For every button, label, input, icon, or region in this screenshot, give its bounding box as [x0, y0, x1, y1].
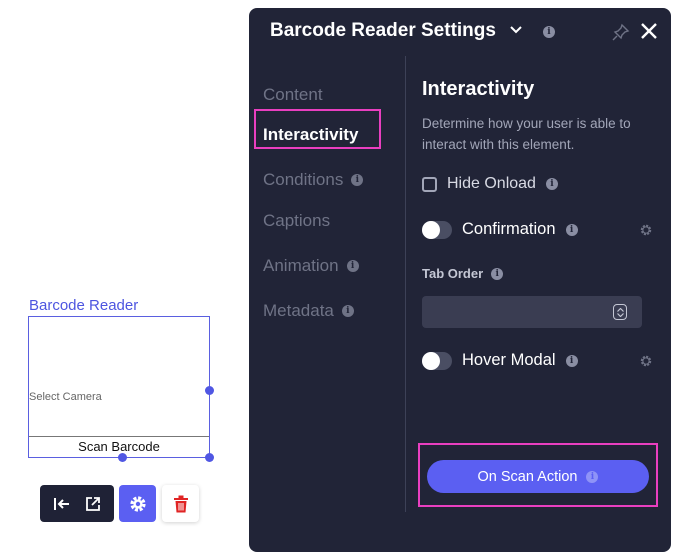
nav-label: Interactivity: [263, 125, 359, 144]
nav-item-conditions[interactable]: Conditions i: [263, 170, 364, 190]
gear-icon: [129, 495, 146, 512]
confirmation-label: Confirmation: [462, 220, 556, 238]
info-icon[interactable]: i: [341, 305, 354, 317]
select-camera-label[interactable]: Select Camera: [29, 391, 102, 403]
tab-order-label-row: Tab Order i: [422, 266, 504, 281]
settings-button[interactable]: [119, 485, 156, 522]
nav-item-animation[interactable]: Animation i: [263, 256, 359, 276]
nav-label: Content: [263, 85, 323, 104]
on-scan-action-label: On Scan Action: [477, 468, 578, 485]
info-icon[interactable]: i: [586, 470, 599, 483]
section-title: Interactivity: [422, 78, 535, 100]
external-link-icon[interactable]: [82, 493, 104, 515]
info-icon[interactable]: i: [543, 26, 555, 38]
hide-onload-row: Hide Onload i: [422, 175, 558, 193]
on-scan-action-button[interactable]: On Scan Action i: [427, 460, 649, 493]
info-icon[interactable]: i: [346, 260, 359, 272]
quantity-stepper[interactable]: [613, 304, 627, 320]
widget-title: Barcode Reader: [29, 297, 139, 314]
pin-icon[interactable]: [612, 23, 630, 41]
nav-item-content[interactable]: Content: [263, 85, 323, 105]
nav-item-interactivity[interactable]: Interactivity: [263, 125, 358, 145]
chevron-up-icon[interactable]: [616, 307, 624, 312]
info-icon[interactable]: i: [545, 178, 558, 190]
info-icon[interactable]: i: [565, 223, 578, 236]
info-icon[interactable]: i: [491, 267, 504, 280]
trash-icon: [173, 495, 188, 512]
nav-label: Animation: [263, 256, 339, 275]
resize-handle-bottom[interactable]: [118, 453, 127, 462]
chevron-down-icon[interactable]: [616, 312, 624, 317]
info-icon[interactable]: i: [565, 354, 578, 367]
tab-order-label: Tab Order: [422, 266, 484, 281]
hover-modal-label: Hover Modal: [462, 351, 556, 369]
nav-label: Conditions: [263, 170, 344, 189]
nav-item-captions[interactable]: Captions: [263, 211, 330, 231]
confirmation-toggle[interactable]: [422, 220, 452, 239]
close-icon[interactable]: [639, 21, 659, 41]
delete-button[interactable]: [162, 485, 199, 522]
nav-label: Metadata: [263, 301, 334, 320]
hide-onload-checkbox[interactable]: [422, 176, 437, 192]
nav-label: Captions: [263, 211, 331, 230]
resize-handle-right[interactable]: [205, 386, 214, 395]
align-left-icon[interactable]: [51, 493, 73, 515]
nav-item-metadata[interactable]: Metadata i: [263, 301, 354, 321]
panel-title[interactable]: Barcode Reader Settings: [270, 20, 496, 42]
confirmation-gear-icon[interactable]: [639, 223, 653, 237]
hover-modal-gear-icon[interactable]: [639, 354, 653, 368]
barcode-reader-widget[interactable]: Select Camera Scan Barcode: [28, 316, 210, 458]
hover-modal-toggle[interactable]: [422, 351, 452, 370]
hover-modal-row: Hover Modal i: [422, 351, 578, 370]
section-description: Determine how your user is able to inter…: [422, 116, 631, 152]
info-icon[interactable]: i: [351, 174, 364, 186]
hide-onload-label: Hide Onload: [447, 175, 536, 192]
tab-order-input[interactable]: [422, 296, 642, 328]
resize-handle-corner[interactable]: [205, 453, 214, 462]
chevron-down-icon[interactable]: [510, 25, 522, 35]
settings-nav: Content Interactivity Conditions i Capti…: [249, 56, 406, 512]
confirmation-row: Confirmation i: [422, 220, 578, 239]
panel-header: Barcode Reader Settings i: [249, 8, 671, 56]
widget-toolbar: [40, 485, 114, 522]
